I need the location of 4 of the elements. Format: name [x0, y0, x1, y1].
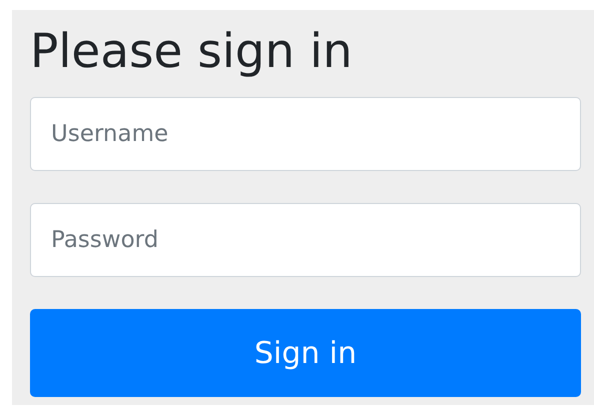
form-heading: Please sign in — [30, 23, 354, 81]
sign-in-button[interactable]: Sign in — [30, 309, 581, 397]
username-field[interactable]: Username — [30, 97, 581, 171]
password-field[interactable]: Password — [30, 203, 581, 277]
